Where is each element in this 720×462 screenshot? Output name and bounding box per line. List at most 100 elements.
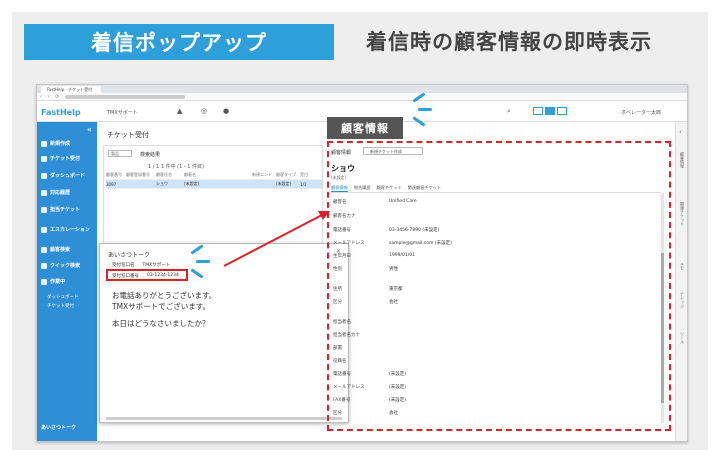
sidebar-subitem[interactable]: チケット受付 [47,303,74,309]
column-header[interactable]: 受付 [300,172,314,178]
rail-tab[interactable]: ツール [679,332,685,344]
escalation-icon [41,226,47,233]
fax-field[interactable]: (未設定) [389,397,406,403]
rail-tab[interactable]: 顧客情報 [679,152,685,168]
field-value[interactable]: Unified Care [389,199,417,204]
column-header[interactable]: 顧客タイプ [276,172,300,178]
table-cell: ショウ [156,181,168,186]
email-field[interactable]: sample@gmail.com (未設定) [389,240,452,246]
field-label: 顧客名カナ [333,214,356,219]
browser-tab[interactable]: FastHelp - チケット受付 [41,86,101,93]
filter-select[interactable]: 製品 [108,150,132,157]
layout-single-icon[interactable] [533,107,543,115]
phone-field[interactable]: (未設定) [389,371,406,377]
reception-name-row: 受付窓口名 TMXサポート [112,262,170,268]
new-icon [41,140,47,147]
customer-panel: 顧客情報 新規チケット作成 ショウ (未設定) 顧客情報 問合履歴 顧客チケット… [329,143,669,429]
field-value[interactable]: 男性 [389,266,398,272]
greeting-line: お電話ありがとうございます。 [112,291,217,300]
layout-split-icon[interactable] [545,107,555,115]
table-cell: 1/1 [300,181,307,187]
user-menu[interactable]: オペレーター太郎 [621,109,661,116]
sidebar-subitem[interactable]: ダッシュボード [47,294,79,300]
org-selector[interactable]: TMXサポート [107,109,138,116]
sidebar-item-label: 作業中 [50,279,66,285]
field-label: 住所 [333,287,342,292]
column-header[interactable]: 顧客氏名 [156,172,184,178]
pager[interactable]: 1 / 1 1 件中 (1 - 1 件目) [148,163,204,170]
tab-inquiry-history[interactable]: 問合履歴 [354,185,371,192]
feature-headline: 着信時の顧客情報の即時表示 [366,30,652,54]
field-value[interactable]: 1999/01/01 [389,253,415,258]
column-header[interactable]: 顧客番号 [106,172,126,178]
callout-mark [418,108,432,111]
customer-info-label: 顧客情報 [327,117,403,139]
clock-icon [41,278,47,285]
vertical-scrollbar[interactable] [661,193,664,423]
sidebar-item-label: 対応履歴 [50,190,71,196]
alert-icon[interactable]: ▲ [177,107,182,115]
sidebar-item-dashboard[interactable]: ダッシュボード [41,172,85,179]
customer-status[interactable]: (未設定) [331,175,346,181]
field-value[interactable]: 東京都 [389,286,403,292]
collapse-icon[interactable]: « [87,125,92,134]
sidebar: « 新規作成 チケット受付 ダッシュボード 対応履歴 担当チケット エスカレーシ… [37,122,97,441]
field-label: メールアドレス [333,385,365,390]
ticket-search-panel: 製品 検索結果 1 / 1 1 件中 (1 - 1 件目) 顧客番号 顧客登録番… [103,145,323,255]
tab-customer-info[interactable]: 顧客情報 [331,185,348,192]
ticket-table: 顧客番号 顧客登録番号 顧客氏名 顧客名 新規エンド 顧客タイプ 受付 3097… [106,171,322,189]
headset-icon [41,206,47,213]
slide: 着信ポップアップ 着信時の顧客情報の即時表示 FastHelp - チケット受付… [0,0,720,462]
field-label: 受付窓口名 [112,263,135,268]
layout-triple-icon[interactable] [557,107,567,115]
phone-field[interactable]: 03-3456-7890 (未設定) [389,227,439,233]
table-row[interactable]: 3097 ショウ (未設定) (未設定) 1/1 [106,180,322,189]
url-input[interactable] [65,95,185,99]
horizontal-scrollbar[interactable] [106,417,342,420]
email-field[interactable]: (未設定) [389,384,406,390]
table-cell: (未設定) [184,181,200,186]
field-label: FAX番号 [333,398,351,403]
field-value[interactable]: 会社 [389,410,398,416]
table-cell: (未設定) [276,181,292,186]
sidebar-item-label: ダッシュボード [50,173,86,179]
rail-tab[interactable]: メモ [679,262,685,270]
field-label: メールアドレス [333,241,365,246]
field-value[interactable]: 会社 [389,299,398,305]
tab-customer-tickets[interactable]: 顧客チケット [377,185,402,192]
sidebar-item-label: 顧客検索 [50,247,71,253]
field-label: 顧客名 [333,200,347,205]
chat-icon[interactable]: ● [223,107,229,115]
page-title: チケット受付 [107,131,149,139]
column-header[interactable]: 顧客名 [184,172,212,178]
customer-name: ショウ [331,164,355,173]
globe-icon[interactable]: ◎ [201,107,207,115]
search-icon[interactable]: ⌕ [507,107,511,116]
rail-tab[interactable]: ナレッジ [679,292,685,308]
column-header[interactable]: 新規エンド [252,172,276,178]
sidebar-item-ticket[interactable]: チケット受付 [41,155,80,162]
sidebar-item-quick-search[interactable]: クイック検索 [41,262,80,269]
sidebar-item-assigned[interactable]: 担当チケット [41,206,80,213]
sidebar-item-history[interactable]: 対応履歴 [41,189,70,196]
sidebar-item-working[interactable]: 作業中 [41,278,65,285]
highlight-box [106,269,188,281]
table-header: 顧客番号 顧客登録番号 顧客氏名 顧客名 新規エンド 顧客タイプ 受付 [106,171,322,180]
scroll-thumb[interactable] [661,253,664,403]
tab-related-tickets[interactable]: 関連顧客チケット [408,185,442,192]
sidebar-item-escalation[interactable]: エスカレーション [41,226,90,233]
rail-tab[interactable]: 関連チケット [679,202,685,226]
column-header[interactable]: 顧客登録番号 [126,172,156,178]
result-label: 検索結果 [140,152,161,158]
quick-search-icon [41,262,47,269]
nav-arrows-icon[interactable]: ‹ › ⟳ [40,94,61,100]
field-label: 性別 [333,267,342,272]
expand-icon[interactable]: ‹ [679,128,682,136]
callout-mark [196,260,210,263]
field-label: 担当者名 [333,320,351,325]
sidebar-item-customer-search[interactable]: 顧客検索 [41,246,70,253]
sidebar-bottom-item[interactable]: あいさつトーク [41,424,76,431]
new-ticket-dropdown[interactable]: 新規チケット作成 [363,147,423,155]
sidebar-item-new[interactable]: 新規作成 [41,140,70,147]
customer-tabs: 顧客情報 問合履歴 顧客チケット 関連顧客チケット [331,185,661,193]
